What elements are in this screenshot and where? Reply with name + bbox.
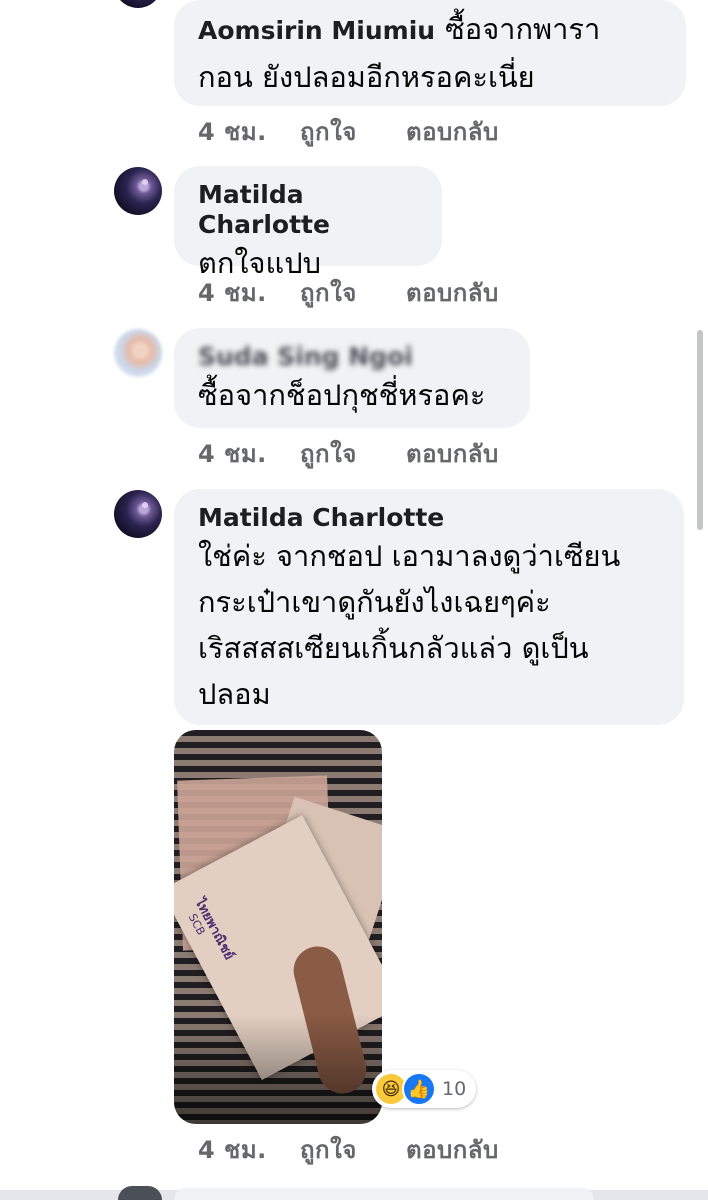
- timestamp[interactable]: 4 ชม.: [198, 112, 300, 151]
- comment-photo[interactable]: ไทยพาณิชย์ SCB: [174, 730, 382, 1124]
- comment-text-line: เริสสสสเซียนเกิ้นกลัวแล่ว ดูเป็น: [198, 631, 589, 665]
- comment-text-line: กระเป๋าเขาดูกันยังไงเฉยๆค่ะ: [198, 585, 551, 619]
- reaction-summary[interactable]: 😆 👍 10: [372, 1070, 477, 1108]
- photo-shade: [174, 1014, 382, 1124]
- next-avatar: [118, 1186, 162, 1200]
- avatar[interactable]: [114, 0, 162, 8]
- timestamp[interactable]: 4 ชม.: [198, 434, 300, 473]
- comment-actions: 4 ชม. ถูกใจ ตอบกลับ: [198, 273, 499, 312]
- comment-bubble: Matilda Charlotte ใช่ค่ะ จากชอป เอามาลงด…: [174, 489, 684, 725]
- reply-link[interactable]: ตอบกลับ: [406, 434, 499, 473]
- reaction-count: 10: [442, 1078, 467, 1100]
- reply-link[interactable]: ตอบกลับ: [406, 1130, 499, 1169]
- like-link[interactable]: ถูกใจ: [300, 273, 406, 312]
- commenter-name[interactable]: Matilda Charlotte: [198, 180, 420, 240]
- comment-text: ซื้อจากช็อปกุชชี่หรอคะ: [198, 378, 486, 412]
- commenter-name[interactable]: Matilda Charlotte: [198, 503, 662, 533]
- comment-text-line2: กอน ยังปลอมอีกหรอคะเนี่ย: [198, 60, 535, 94]
- comment-actions: 4 ชม. ถูกใจ ตอบกลับ: [198, 434, 499, 473]
- like-icon: 👍: [402, 1072, 436, 1106]
- comment-text: Aomsirin Miumiu ซื้อจากพารา: [198, 12, 601, 46]
- avatar[interactable]: [114, 167, 162, 215]
- comment-bubble: Matilda Charlotte ตกใจแปบ: [174, 166, 442, 280]
- comment-bubble: Suda Sing Ngoi ซื้อจากช็อปกุชชี่หรอคะ: [174, 328, 530, 428]
- comment-actions: 4 ชม. ถูกใจ ตอบกลับ: [198, 112, 499, 151]
- scrollbar[interactable]: [697, 330, 703, 530]
- like-link[interactable]: ถูกใจ: [300, 112, 406, 151]
- commenter-name[interactable]: Suda Sing Ngoi: [198, 342, 508, 372]
- avatar[interactable]: [114, 490, 162, 538]
- like-link[interactable]: ถูกใจ: [300, 1130, 406, 1169]
- avatar-sparkle: [142, 179, 148, 185]
- comment-bubble: Aomsirin Miumiu ซื้อจากพารา กอน ยังปลอมอี…: [174, 0, 686, 106]
- like-link[interactable]: ถูกใจ: [300, 434, 406, 473]
- reply-link[interactable]: ตอบกลับ: [406, 273, 499, 312]
- avatar[interactable]: [114, 329, 162, 377]
- comment-text-line: ปลอม: [198, 677, 271, 711]
- avatar-sparkle: [142, 502, 148, 508]
- reply-link[interactable]: ตอบกลับ: [406, 112, 499, 151]
- timestamp[interactable]: 4 ชม.: [198, 1130, 300, 1169]
- timestamp[interactable]: 4 ชม.: [198, 273, 300, 312]
- commenter-name[interactable]: Aomsirin Miumiu: [198, 16, 435, 45]
- comment-actions: 4 ชม. ถูกใจ ตอบกลับ: [198, 1130, 499, 1169]
- comment-text-line: ใช่ค่ะ จากชอป เอามาลงดูว่าเซียน: [198, 539, 621, 573]
- next-comment-bubble: [174, 1188, 594, 1200]
